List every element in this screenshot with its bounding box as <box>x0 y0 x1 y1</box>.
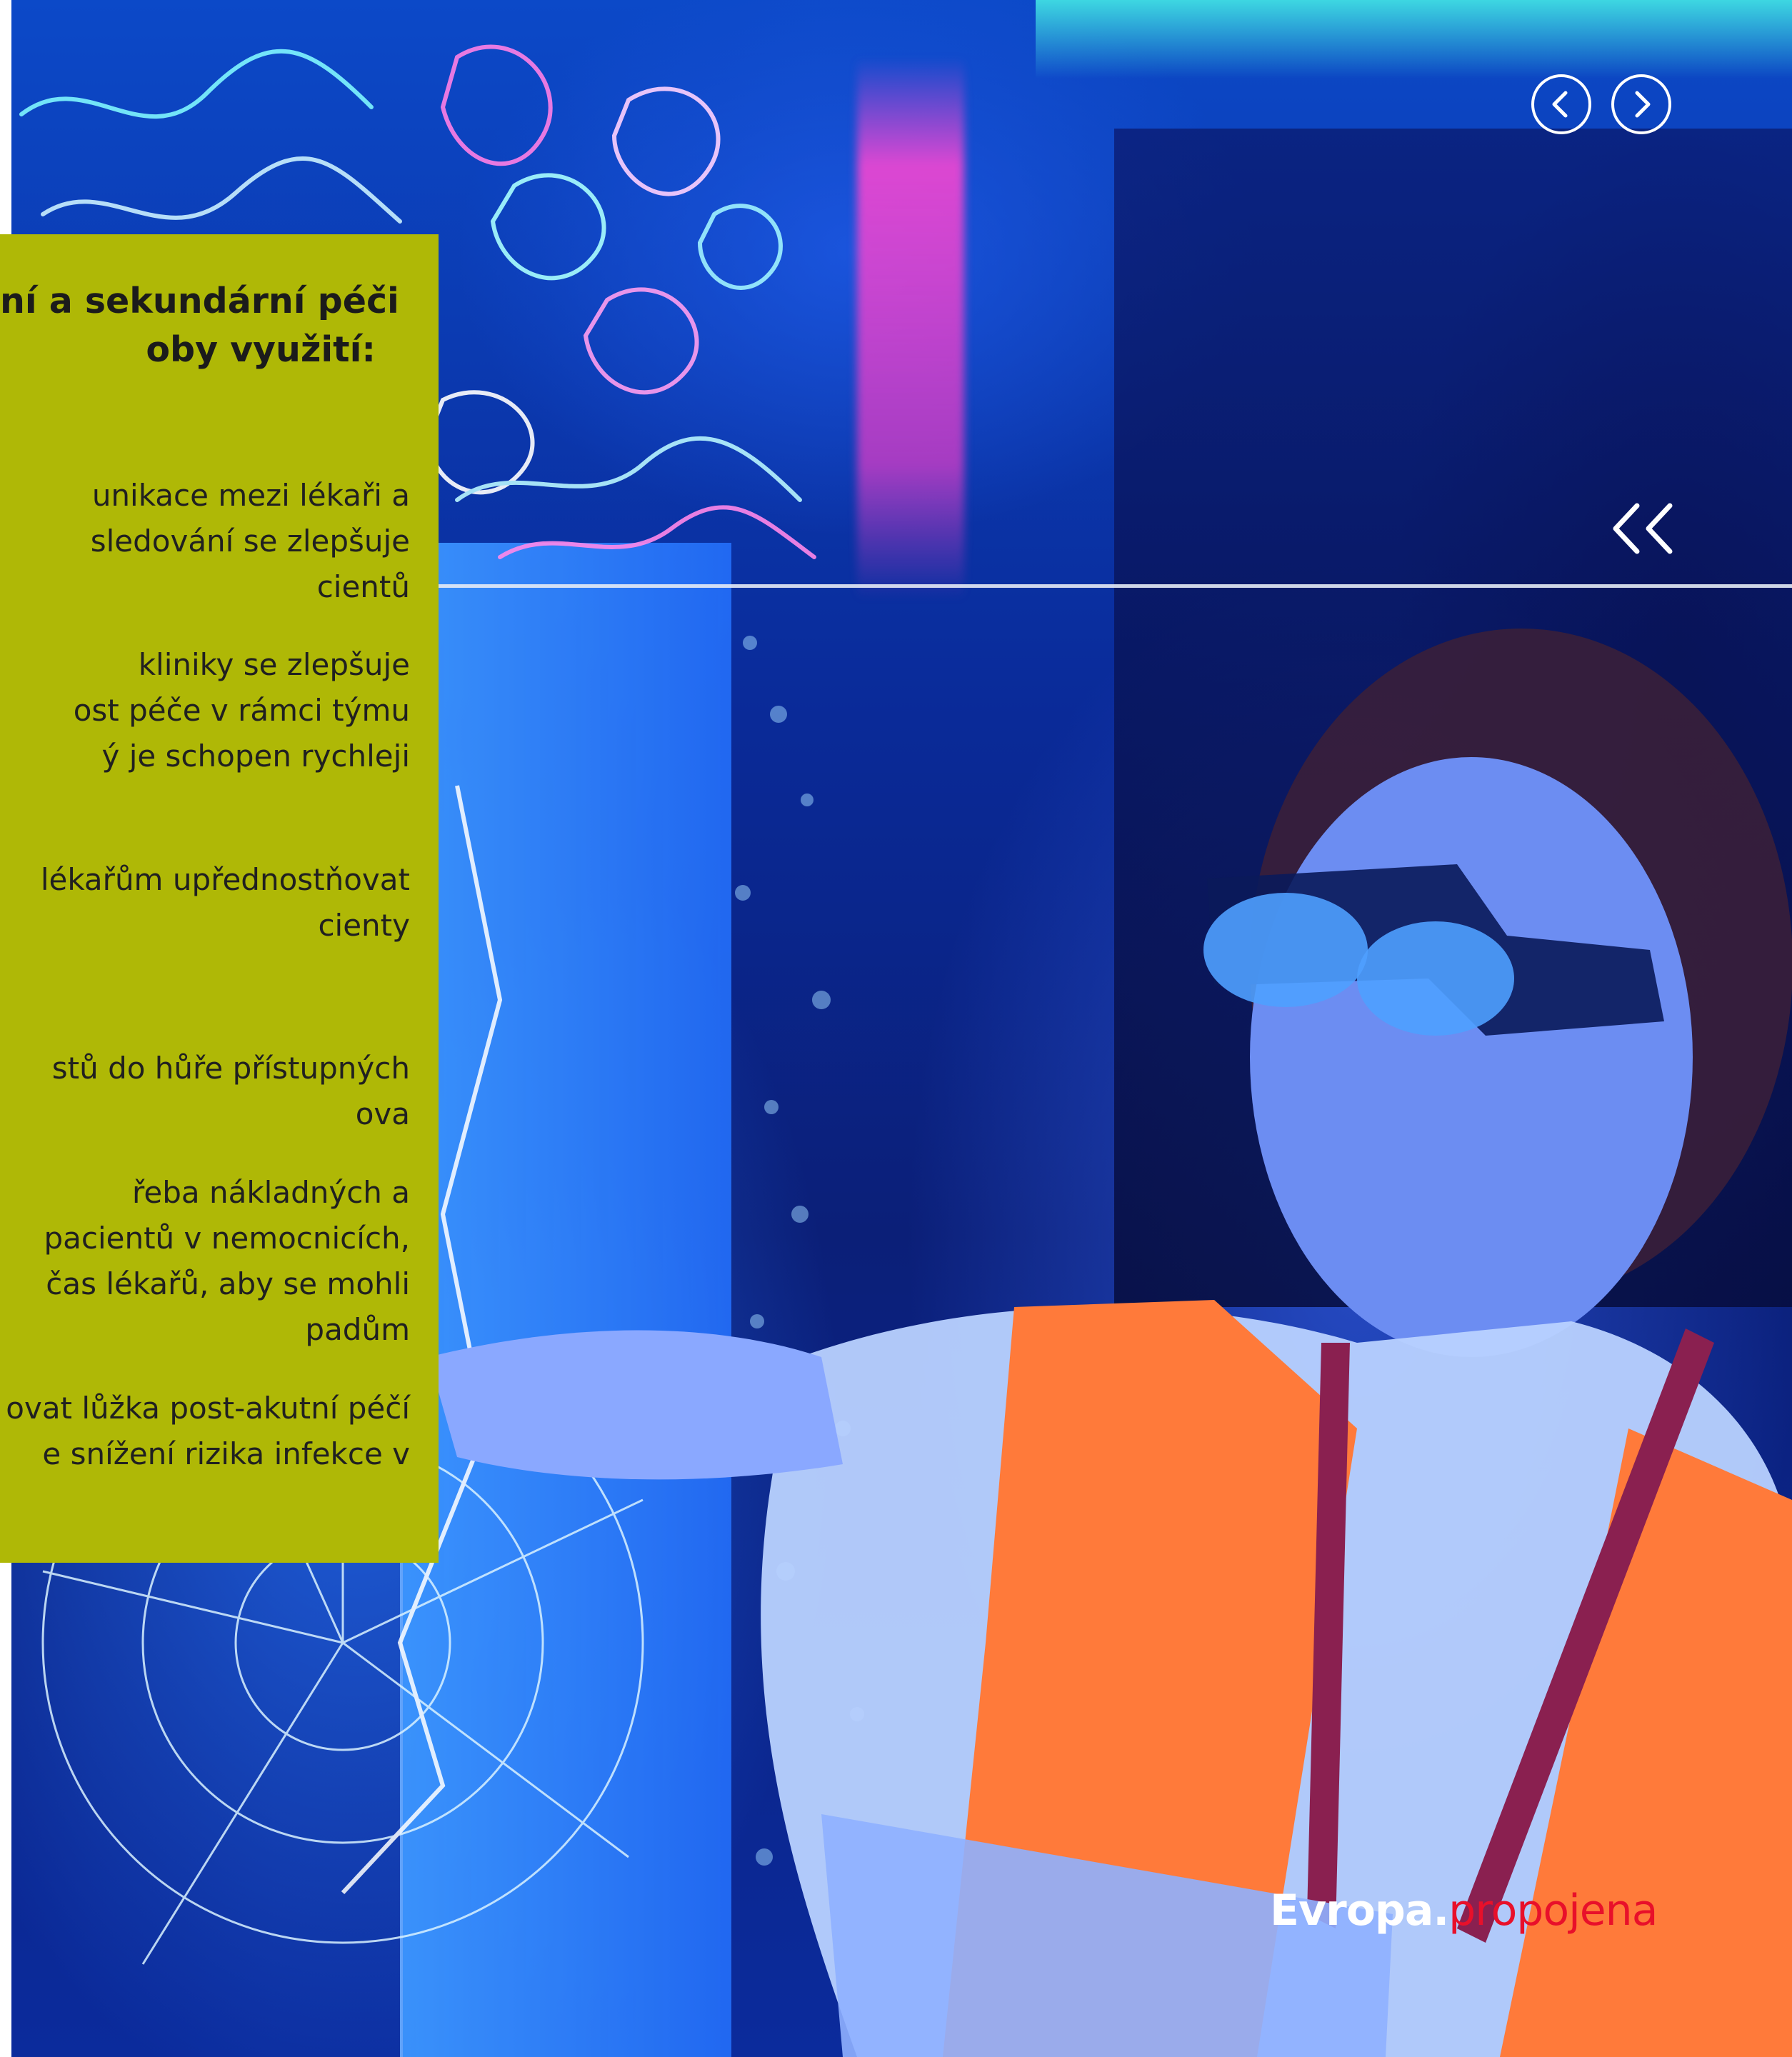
benefit-item: ovat lůžka post-akutní péčí e snížení ri… <box>6 1391 410 1471</box>
hero-image: ní a sekundární péči oby využití: unikac… <box>0 0 1792 2057</box>
next-button[interactable] <box>1611 74 1671 134</box>
brand-logo-part1: Evropa. <box>1270 1886 1449 1936</box>
divider-line <box>437 584 1792 588</box>
chevron-left-icon <box>1552 91 1568 118</box>
benefits-panel: ní a sekundární péči oby využití: unikac… <box>0 234 439 1563</box>
double-chevron-left-icon <box>1613 503 1673 554</box>
chevron-right-icon <box>1635 91 1651 118</box>
benefit-item: stů do hůře přístupných ova <box>51 1051 410 1131</box>
benefit-item: unikace mezi lékaři a sledování se zlepš… <box>90 478 410 604</box>
brand-logo: Evropa.propojena <box>1270 1886 1658 1936</box>
collapse-panel-button[interactable] <box>1607 500 1686 557</box>
prev-button[interactable] <box>1531 74 1591 134</box>
benefit-item: řeba nákladných a pacientů v nemocnicích… <box>44 1175 410 1347</box>
brand-logo-part2: propojena <box>1448 1886 1658 1936</box>
panel-title: ní a sekundární péči oby využití: <box>0 281 399 370</box>
benefit-item: kliniky se zlepšuje ost péče v rámci tým… <box>73 647 410 774</box>
benefit-item: lékařům upřednostňovat cienty <box>40 862 410 943</box>
